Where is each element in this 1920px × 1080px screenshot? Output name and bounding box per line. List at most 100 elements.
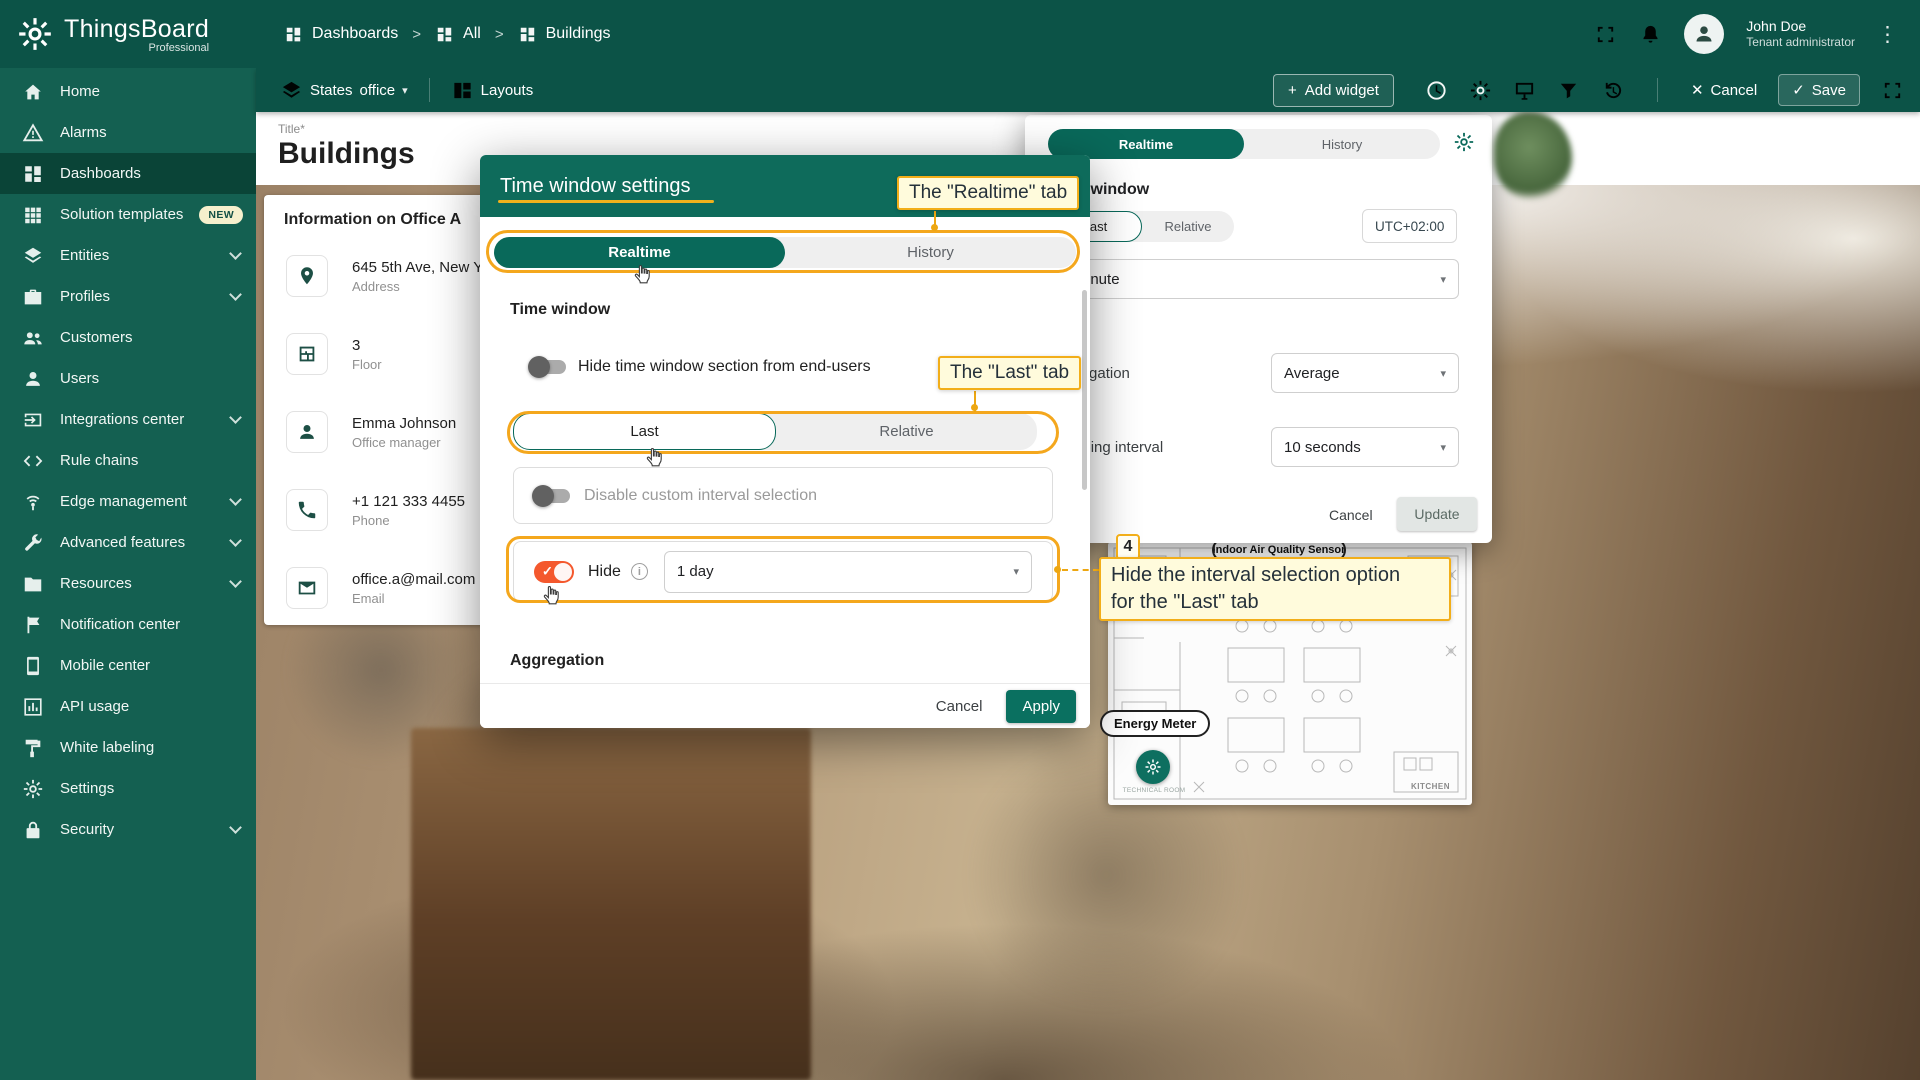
layers-icon (22, 245, 44, 267)
dialog-scrollbar[interactable] (1082, 290, 1087, 490)
grouping-interval-select[interactable]: 10 seconds ▾ (1271, 427, 1459, 467)
technical-room-label: TECHNICAL ROOM (1118, 787, 1190, 794)
dashboard-toolbar: States office ▾ Layouts + Add widget (256, 68, 1920, 112)
sidebar-item-customers[interactable]: Customers (0, 317, 256, 358)
hide-section-toggle[interactable] (530, 360, 566, 374)
chevron-down-icon (229, 493, 242, 506)
annotation-title-underline (498, 200, 714, 203)
sidebar-item-api-usage[interactable]: API usage (0, 686, 256, 727)
sidebar-item-users[interactable]: Users (0, 358, 256, 399)
kitchen-label: KITCHEN (1411, 782, 1450, 791)
sidebar-item-edge-management[interactable]: Edge management (0, 481, 256, 522)
sidebar-item-white-labeling[interactable]: White labeling (0, 727, 256, 768)
sidebar-item-security[interactable]: Security (0, 809, 256, 850)
sidebar-item-dashboards[interactable]: Dashboards (0, 153, 256, 194)
breadcrumb-item-buildings[interactable]: Buildings (518, 25, 611, 44)
info-label: Phone (352, 513, 465, 528)
mobile-icon (22, 655, 44, 677)
select-value: 10 seconds (1284, 439, 1361, 456)
section-time-window: Time window (510, 301, 610, 319)
chevron-down-icon (229, 534, 242, 547)
bell-icon[interactable] (1639, 23, 1662, 46)
dashboards-icon (22, 163, 44, 185)
panel-settings-gear-icon[interactable] (1453, 131, 1475, 153)
annotation-highlight-hide-row (506, 536, 1060, 603)
breadcrumb-label: All (463, 25, 481, 43)
sidebar-item-entities[interactable]: Entities (0, 235, 256, 276)
dialog-footer: Cancel Apply (480, 683, 1090, 728)
chevron-down-icon (229, 821, 242, 834)
sidebar-item-alarms[interactable]: Alarms (0, 112, 256, 153)
flag-icon (22, 614, 44, 636)
annotation-connector-dot (931, 224, 938, 231)
info-label: Floor (352, 357, 382, 372)
dashboard-settings-gear-icon[interactable] (1469, 79, 1492, 102)
states-value: office (360, 82, 396, 99)
chevron-down-icon (229, 288, 242, 301)
cancel-edit-button[interactable]: ✕ Cancel (1691, 81, 1757, 99)
sidebar-item-home[interactable]: Home (0, 71, 256, 112)
energy-meter-label[interactable]: Energy Meter (1100, 710, 1210, 737)
caret-down-icon: ▾ (402, 84, 408, 97)
person-icon (1692, 22, 1716, 46)
panel-tab-history[interactable]: History (1244, 129, 1440, 159)
panel-tab-relative[interactable]: Relative (1142, 211, 1234, 242)
cancel-button[interactable]: Cancel (922, 690, 997, 723)
check-icon: ✓ (1792, 81, 1805, 99)
panel-interval-select[interactable]: 1 minute ▾ (1049, 259, 1459, 299)
apply-button[interactable]: Apply (1006, 690, 1076, 723)
floorplan-icon (286, 333, 328, 375)
sidebar-item-notification-center[interactable]: Notification center (0, 604, 256, 645)
time-window-clock-icon[interactable] (1425, 79, 1448, 102)
disable-custom-toggle[interactable] (534, 489, 570, 503)
fullscreen-icon[interactable] (1594, 23, 1617, 46)
aggregation-select[interactable]: Average ▾ (1271, 353, 1459, 393)
caret-down-icon: ▾ (1440, 441, 1446, 454)
annotation-callout-last: The "Last" tab (938, 356, 1081, 390)
avatar[interactable] (1684, 14, 1724, 54)
time-window-panel: Realtime History Time window Last Relati… (1025, 115, 1492, 543)
modules-icon (22, 204, 44, 226)
sidebar-item-profiles[interactable]: Profiles (0, 276, 256, 317)
info-label: Email (352, 591, 475, 606)
dashboards-icon (518, 25, 537, 44)
layouts-button[interactable]: Layouts (451, 79, 534, 102)
breadcrumb-separator: > (412, 26, 421, 43)
breadcrumb-item-dashboards[interactable]: Dashboards (284, 25, 398, 44)
sidebar-item-integrations-center[interactable]: Integrations center (0, 399, 256, 440)
timezone-button[interactable]: UTC+02:00 (1362, 209, 1457, 243)
sidebar-item-advanced-features[interactable]: Advanced features (0, 522, 256, 563)
info-value: office.a@mail.com (352, 571, 475, 588)
user-block[interactable]: John Doe Tenant administrator (1746, 17, 1855, 51)
save-button[interactable]: ✓ Save (1778, 74, 1860, 106)
disable-custom-label: Disable custom interval selection (584, 487, 817, 505)
technical-room-marker[interactable] (1136, 750, 1170, 784)
sidebar-item-solution-templates[interactable]: Solution templatesNEW (0, 194, 256, 235)
states-button[interactable]: States office ▾ (280, 79, 408, 102)
fullscreen-icon[interactable] (1881, 79, 1904, 102)
version-history-icon[interactable] (1601, 79, 1624, 102)
breadcrumb-item-all[interactable]: All (435, 25, 481, 44)
info-row-address: 645 5th Ave, New YorkAddress (286, 255, 503, 297)
add-widget-button[interactable]: + Add widget (1273, 74, 1394, 107)
filter-icon[interactable] (1557, 79, 1580, 102)
panel-update-button[interactable]: Update (1397, 497, 1477, 531)
sidebar-item-settings[interactable]: Settings (0, 768, 256, 809)
info-value: Emma Johnson (352, 415, 456, 432)
manage-widgets-monitor-icon[interactable] (1513, 79, 1536, 102)
cursor-pointer (642, 443, 666, 471)
info-value: 3 (352, 337, 382, 354)
sidebar-item-mobile-center[interactable]: Mobile center (0, 645, 256, 686)
panel-cancel-button[interactable]: Cancel (1319, 501, 1383, 529)
divider (1657, 78, 1658, 102)
thingsboard-logo[interactable]: ThingsBoard Professional (16, 15, 254, 54)
sidebar-item-rule-chains[interactable]: Rule chains (0, 440, 256, 481)
annotation-text-line1: Hide the interval selection option (1111, 562, 1400, 589)
briefcase-icon (22, 286, 44, 308)
code-icon (22, 450, 44, 472)
sidebar-item-resources[interactable]: Resources (0, 563, 256, 604)
annotation-highlight-last-tabs (507, 411, 1059, 454)
info-row-floor: 3 Floor (286, 333, 382, 375)
kebab-menu-icon[interactable]: ⋮ (1877, 22, 1898, 47)
people-icon (22, 327, 44, 349)
